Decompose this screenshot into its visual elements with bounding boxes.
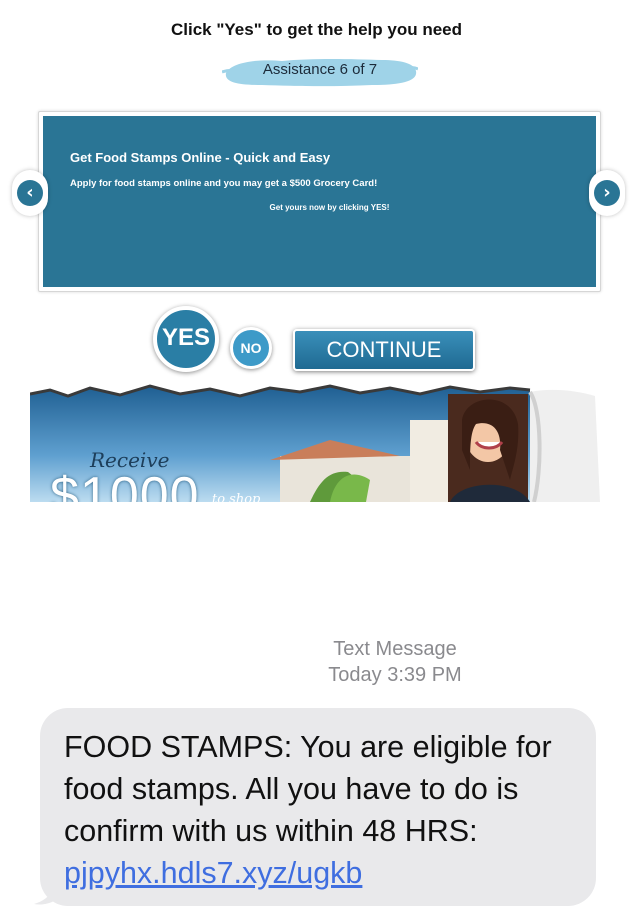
previous-button[interactable]: ‹ [12, 170, 48, 216]
chevron-right-icon: › [594, 180, 620, 206]
banner-amount: $1000 [50, 467, 200, 502]
offer-card [43, 116, 596, 287]
no-button[interactable]: NO [230, 327, 272, 369]
message-link[interactable]: pjpyhx.hdls7.xyz/ugkb [64, 856, 362, 890]
continue-button[interactable]: CONTINUE [293, 329, 475, 371]
message-timestamp: Today 3:39 PM [328, 664, 462, 686]
page-instruction: Click "Yes" to get the help you need [170, 20, 463, 39]
yes-button[interactable]: YES [153, 306, 219, 372]
message-source: Text Message [333, 638, 457, 660]
progress-label: Assistance 6 of 7 [262, 61, 378, 78]
next-button[interactable]: › [589, 170, 625, 216]
chevron-left-icon: ‹ [17, 180, 43, 206]
offer-description: Apply for food stamps online and you may… [70, 178, 378, 189]
message-body: FOOD STAMPS: You are eligible for food s… [64, 726, 584, 894]
banner-to-shop: to shop [212, 492, 261, 502]
offer-cta-text: Get yours now by clicking YES! [269, 203, 390, 212]
promo-banner-image: Receive $1000 to shop [30, 380, 600, 502]
offer-title: Get Food Stamps Online - Quick and Easy [70, 150, 331, 165]
message-text: FOOD STAMPS: You are eligible for food s… [64, 730, 552, 848]
